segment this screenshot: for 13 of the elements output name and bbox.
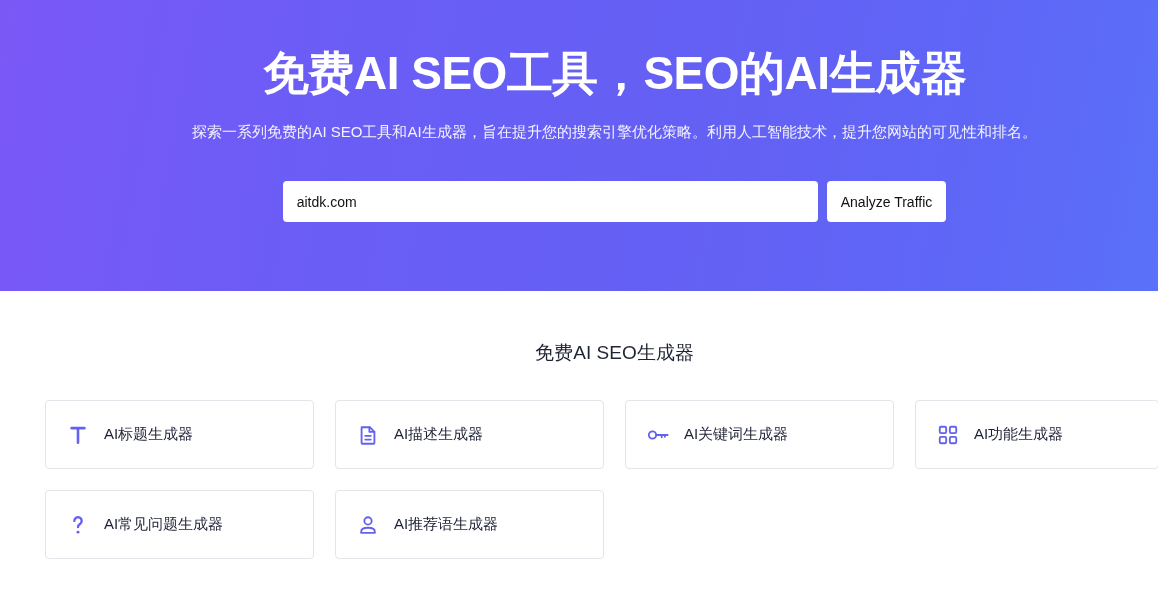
hero-subtitle: 探索一系列免费的AI SEO工具和AI生成器，旨在提升您的搜索引擎优化策略。利用人工智能技术，提升您网站的可见性和排名。 (192, 122, 1037, 142)
section-title: 免费AI SEO生成器 (535, 341, 694, 365)
tool-card[interactable]: AI标题生成器 (45, 400, 314, 469)
analyze-button[interactable]: Analyze Traffic (826, 181, 947, 222)
url-input[interactable]: aitdk.com (282, 181, 818, 222)
tool-card[interactable]: AI功能生成器 (915, 400, 1158, 469)
hero-title: 免费AI SEO工具，SEO的AI生成器 (262, 46, 967, 101)
tool-card[interactable]: AI推荐语生成器 (335, 490, 604, 559)
user-icon (357, 513, 379, 536)
tool-card[interactable]: AI常见问题生成器 (45, 490, 314, 559)
tool-card[interactable]: AI关键词生成器 (625, 400, 894, 469)
grid-icon (937, 423, 959, 446)
tool-card[interactable]: AI描述生成器 (335, 400, 604, 469)
